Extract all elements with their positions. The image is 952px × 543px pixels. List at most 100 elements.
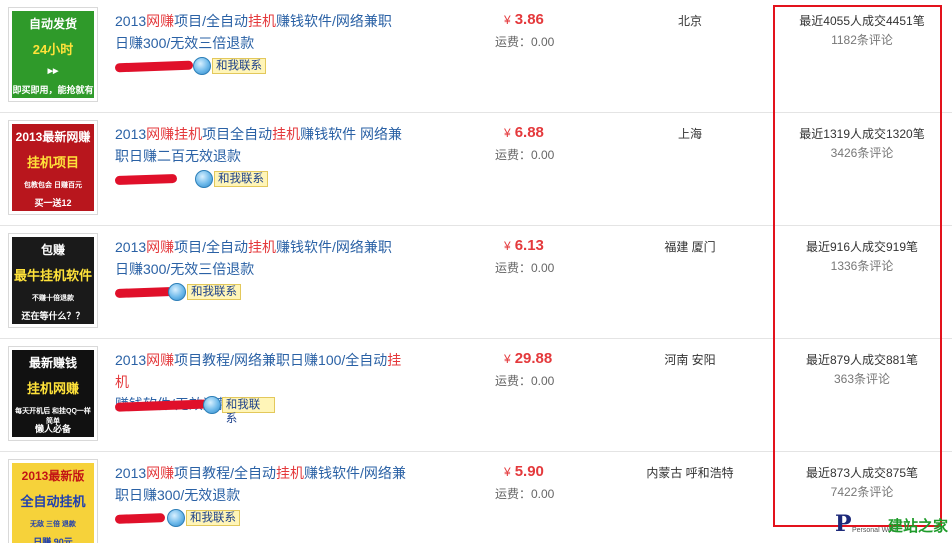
title-text: 项目/全自动 xyxy=(174,13,249,29)
currency-symbol: ¥ xyxy=(504,126,511,140)
title-text: 赚钱软件/网络兼职 xyxy=(276,239,392,255)
redacted-seller-name xyxy=(114,399,216,412)
price: ¥3.86 xyxy=(504,11,544,28)
title-keyword: 网赚 xyxy=(146,352,175,368)
wangwang-chat-icon xyxy=(193,57,211,75)
title-keyword: 挂机 xyxy=(248,239,277,255)
contact-seller-button[interactable]: 和我联系 xyxy=(203,396,275,425)
thumbnail-text: 最牛挂机软件 xyxy=(13,268,92,283)
wangwang-chat-icon xyxy=(167,509,185,527)
contact-seller-button[interactable]: 和我联系 xyxy=(193,57,266,75)
title-text: 赚钱软件/网络兼职 xyxy=(276,13,392,29)
shipping-fee: 运费：0.00 xyxy=(495,487,555,501)
title-keyword: 网赚 xyxy=(146,126,175,142)
price: ¥5.90 xyxy=(504,463,544,480)
wangwang-chat-icon xyxy=(203,396,221,414)
thumbnail-text: 包赚 xyxy=(40,243,65,257)
product-thumbnail[interactable]: 2013最新网赚 挂机项目 包教包会 日赚百元 买一送12 xyxy=(8,120,98,215)
shipping-fee: 运费：0.00 xyxy=(495,261,555,275)
contact-seller-button[interactable]: 和我联系 xyxy=(195,170,268,188)
title-text: 2013 xyxy=(115,352,147,368)
title-text: 2013 xyxy=(115,13,147,29)
seller-location: 内蒙古 呼和浩特 xyxy=(646,466,734,480)
title-keyword: 挂机 xyxy=(174,126,203,142)
product-thumbnail[interactable]: 自动发货 24小时 ▶▶ 即买即用，能抢就有货 xyxy=(8,7,98,102)
contact-label: 和我联系 xyxy=(187,284,241,300)
contact-seller-button[interactable]: 和我联系 xyxy=(167,509,240,527)
product-thumbnail[interactable]: 包赚最牛挂机软件不赚十倍退款还在等什么？？ xyxy=(8,233,98,328)
contact-seller-button[interactable]: 和我联系 xyxy=(168,283,241,301)
title-text: 2013 xyxy=(115,239,147,255)
seller-location: 河南 安阳 xyxy=(664,353,716,367)
seller-info: 和我联系 xyxy=(114,56,275,76)
title-text: 职日赚二百无效退款 xyxy=(115,148,241,164)
seller-info: 和我联系 xyxy=(114,395,275,425)
title-text: 日赚300/无效三倍退款 xyxy=(115,261,255,277)
contact-label: 和我联系 xyxy=(214,171,268,187)
price-value: 3.86 xyxy=(514,11,544,28)
title-keyword: 挂机 xyxy=(248,13,277,29)
currency-symbol: ¥ xyxy=(504,239,511,253)
watermark-logo: P Personal Web 建站之家 xyxy=(832,511,948,539)
thumbnail-text: 24小时 xyxy=(32,42,74,57)
listing-title-link[interactable]: 2013网赚项目教程/全自动挂机赚钱软件/网络兼职日赚300/无效退款 xyxy=(115,462,415,506)
wangwang-chat-icon xyxy=(168,283,186,301)
thumbnail-text: ▶▶ xyxy=(47,68,59,75)
title-text: 项目全自动 xyxy=(202,126,273,142)
listing-title-link[interactable]: 2013网赚项目/全自动挂机赚钱软件/网络兼职日赚300/无效三倍退款 xyxy=(115,236,415,280)
title-keyword: 机 xyxy=(115,374,129,390)
contact-label: 和我联系 xyxy=(186,510,240,526)
title-text: 2013 xyxy=(115,465,147,481)
currency-symbol: ¥ xyxy=(504,465,511,479)
currency-symbol: ¥ xyxy=(504,13,511,27)
title-text: 2013 xyxy=(115,126,147,142)
shipping-fee: 运费：0.00 xyxy=(495,374,555,388)
title-keyword: 网赚 xyxy=(146,13,175,29)
price-value: 6.13 xyxy=(514,237,544,254)
product-image: 最新赚钱 挂机网赚 每天开机后 和挂QQ一样简单 懒人必备 xyxy=(12,350,94,437)
title-text: 赚钱软件/网络 xyxy=(304,465,392,481)
listing-title-link[interactable]: 2013网赚挂机项目全自动挂机赚钱软件 网络兼 职日赚二百无效退款 xyxy=(115,123,415,167)
shipping-fee: 运费：0.00 xyxy=(495,148,555,162)
seller-info: 和我联系 xyxy=(114,169,275,189)
product-image: 自动发货 24小时 ▶▶ 即买即用，能抢就有货 xyxy=(12,11,94,98)
redacted-seller-name xyxy=(114,60,194,73)
wangwang-chat-icon xyxy=(195,170,213,188)
price: ¥6.13 xyxy=(504,237,544,254)
title-text: 赚钱软件 网络兼 xyxy=(300,126,403,142)
title-keyword: 网赚 xyxy=(146,239,175,255)
product-thumbnail[interactable]: 最新赚钱 挂机网赚 每天开机后 和挂QQ一样简单 懒人必备 xyxy=(8,346,98,441)
thumbnail-text: 挂机网赚 xyxy=(26,381,79,396)
title-keyword: 挂 xyxy=(387,352,402,368)
thumbnail-text: 2013最新网赚 xyxy=(15,130,91,144)
price: ¥6.88 xyxy=(504,124,544,141)
title-keyword: 网赚 xyxy=(146,465,175,481)
redacted-seller-name xyxy=(114,173,178,186)
seller-location: 上海 xyxy=(677,127,702,141)
contact-label: 和我联系 xyxy=(212,58,266,74)
thumbnail-text: 不赚十倍退款 xyxy=(32,295,74,302)
thumbnail-text: 全自动挂机 xyxy=(20,494,86,509)
product-image: 2013最新版 全自动挂机 无敌 三倍 退款 日赚 90元 xyxy=(12,463,94,543)
listing-title-link[interactable]: 2013网赚项目/全自动挂机赚钱软件/网络兼职日赚300/无效三倍退款 xyxy=(115,10,415,54)
redacted-seller-name xyxy=(114,286,174,299)
price-value: 6.88 xyxy=(514,124,544,141)
thumbnail-text: 还在等什么？？ xyxy=(21,311,85,321)
thumbnail-text: 买一送12 xyxy=(34,198,72,208)
price-value: 5.90 xyxy=(514,463,544,480)
currency-symbol: ¥ xyxy=(504,352,511,366)
price-value: 29.88 xyxy=(514,350,553,367)
thumbnail-text: 包教包会 日赚百元 xyxy=(24,182,82,189)
thumbnail-text: 无敌 三倍 退款 xyxy=(30,521,76,528)
title-text: 项目教程/网络兼职日赚100/全自动 xyxy=(174,352,388,368)
title-text: 项目/全自动 xyxy=(174,239,249,255)
title-text: 项目教程/全自动 xyxy=(174,465,277,481)
seller-info: 和我联系 xyxy=(114,508,275,528)
seller-location: 北京 xyxy=(677,14,702,28)
thumbnail-text: 最新赚钱 xyxy=(28,356,77,370)
price: ¥29.88 xyxy=(504,350,552,367)
product-thumbnail[interactable]: 2013最新版 全自动挂机 无敌 三倍 退款 日赚 90元 xyxy=(8,459,98,543)
thumbnail-text: 自动发货 xyxy=(28,17,77,31)
watermark-letter: P xyxy=(835,511,852,537)
title-text: 日赚300/无效三倍退款 xyxy=(115,35,255,51)
